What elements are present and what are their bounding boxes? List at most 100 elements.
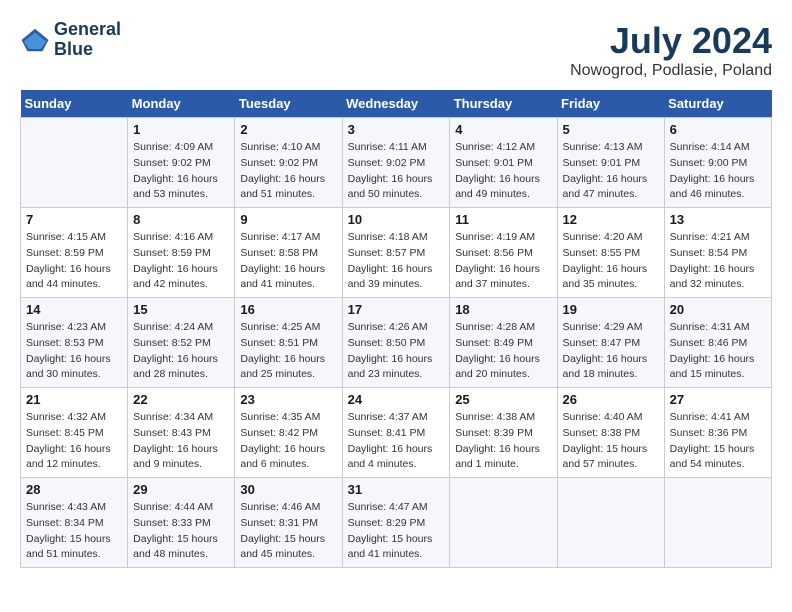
calendar-cell: 6 Sunrise: 4:14 AMSunset: 9:00 PMDaylight… xyxy=(664,118,771,208)
calendar-week-row: 7 Sunrise: 4:15 AMSunset: 8:59 PMDaylight… xyxy=(21,208,772,298)
calendar-cell: 25 Sunrise: 4:38 AMSunset: 8:39 PMDayligh… xyxy=(450,388,557,478)
day-number: 27 xyxy=(670,392,766,407)
day-info: Sunrise: 4:11 AMSunset: 9:02 PMDaylight:… xyxy=(348,140,445,203)
weekday-header: Friday xyxy=(557,90,664,118)
logo: General Blue xyxy=(20,20,121,60)
day-info: Sunrise: 4:23 AMSunset: 8:53 PMDaylight:… xyxy=(26,320,122,383)
day-info: Sunrise: 4:14 AMSunset: 9:00 PMDaylight:… xyxy=(670,140,766,203)
calendar-cell: 23 Sunrise: 4:35 AMSunset: 8:42 PMDayligh… xyxy=(235,388,342,478)
calendar-cell: 27 Sunrise: 4:41 AMSunset: 8:36 PMDayligh… xyxy=(664,388,771,478)
day-info: Sunrise: 4:12 AMSunset: 9:01 PMDaylight:… xyxy=(455,140,551,203)
calendar-cell xyxy=(21,118,128,208)
day-number: 30 xyxy=(240,482,336,497)
day-info: Sunrise: 4:47 AMSunset: 8:29 PMDaylight:… xyxy=(348,500,445,563)
day-info: Sunrise: 4:09 AMSunset: 9:02 PMDaylight:… xyxy=(133,140,229,203)
day-info: Sunrise: 4:38 AMSunset: 8:39 PMDaylight:… xyxy=(455,410,551,473)
day-info: Sunrise: 4:24 AMSunset: 8:52 PMDaylight:… xyxy=(133,320,229,383)
day-number: 15 xyxy=(133,302,229,317)
day-info: Sunrise: 4:34 AMSunset: 8:43 PMDaylight:… xyxy=(133,410,229,473)
calendar-cell xyxy=(557,478,664,568)
day-info: Sunrise: 4:40 AMSunset: 8:38 PMDaylight:… xyxy=(563,410,659,473)
day-number: 22 xyxy=(133,392,229,407)
day-info: Sunrise: 4:15 AMSunset: 8:59 PMDaylight:… xyxy=(26,230,122,293)
day-info: Sunrise: 4:10 AMSunset: 9:02 PMDaylight:… xyxy=(240,140,336,203)
calendar-cell: 1Sunrise: 4:09 AMSunset: 9:02 PMDaylight… xyxy=(128,118,235,208)
logo-icon xyxy=(20,25,50,55)
day-number: 10 xyxy=(348,212,445,227)
day-number: 11 xyxy=(455,212,551,227)
day-info: Sunrise: 4:26 AMSunset: 8:50 PMDaylight:… xyxy=(348,320,445,383)
calendar-cell: 12 Sunrise: 4:20 AMSunset: 8:55 PMDayligh… xyxy=(557,208,664,298)
page-header: General Blue July 2024 Nowogrod, Podlasi… xyxy=(20,20,772,80)
calendar-cell: 13Sunrise: 4:21 AMSunset: 8:54 PMDayligh… xyxy=(664,208,771,298)
calendar-week-row: 14 Sunrise: 4:23 AMSunset: 8:53 PMDayligh… xyxy=(21,298,772,388)
day-number: 21 xyxy=(26,392,122,407)
calendar-cell: 11 Sunrise: 4:19 AMSunset: 8:56 PMDayligh… xyxy=(450,208,557,298)
calendar-cell: 15 Sunrise: 4:24 AMSunset: 8:52 PMDayligh… xyxy=(128,298,235,388)
day-info: Sunrise: 4:32 AMSunset: 8:45 PMDaylight:… xyxy=(26,410,122,473)
weekday-header: Saturday xyxy=(664,90,771,118)
calendar-cell: 16Sunrise: 4:25 AMSunset: 8:51 PMDayligh… xyxy=(235,298,342,388)
title-block: July 2024 Nowogrod, Podlasie, Poland xyxy=(570,20,772,80)
calendar-cell: 19 Sunrise: 4:29 AMSunset: 8:47 PMDayligh… xyxy=(557,298,664,388)
calendar-cell: 30 Sunrise: 4:46 AMSunset: 8:31 PMDayligh… xyxy=(235,478,342,568)
day-number: 4 xyxy=(455,122,551,137)
calendar-cell: 3Sunrise: 4:11 AMSunset: 9:02 PMDaylight… xyxy=(342,118,450,208)
weekday-header: Monday xyxy=(128,90,235,118)
calendar-cell: 5Sunrise: 4:13 AMSunset: 9:01 PMDaylight… xyxy=(557,118,664,208)
calendar-cell: 4 Sunrise: 4:12 AMSunset: 9:01 PMDaylight… xyxy=(450,118,557,208)
day-number: 6 xyxy=(670,122,766,137)
day-number: 19 xyxy=(563,302,659,317)
logo-line1: General xyxy=(54,20,121,40)
day-number: 9 xyxy=(240,212,336,227)
day-info: Sunrise: 4:43 AMSunset: 8:34 PMDaylight:… xyxy=(26,500,122,563)
day-info: Sunrise: 4:20 AMSunset: 8:55 PMDaylight:… xyxy=(563,230,659,293)
day-number: 7 xyxy=(26,212,122,227)
day-number: 18 xyxy=(455,302,551,317)
day-number: 24 xyxy=(348,392,445,407)
calendar-cell: 18Sunrise: 4:28 AMSunset: 8:49 PMDayligh… xyxy=(450,298,557,388)
day-number: 25 xyxy=(455,392,551,407)
weekday-header: Wednesday xyxy=(342,90,450,118)
day-number: 14 xyxy=(26,302,122,317)
calendar-cell: 9 Sunrise: 4:17 AMSunset: 8:58 PMDaylight… xyxy=(235,208,342,298)
day-info: Sunrise: 4:18 AMSunset: 8:57 PMDaylight:… xyxy=(348,230,445,293)
day-info: Sunrise: 4:17 AMSunset: 8:58 PMDaylight:… xyxy=(240,230,336,293)
day-info: Sunrise: 4:44 AMSunset: 8:33 PMDaylight:… xyxy=(133,500,229,563)
day-number: 20 xyxy=(670,302,766,317)
day-number: 13 xyxy=(670,212,766,227)
day-number: 23 xyxy=(240,392,336,407)
header-row: SundayMondayTuesdayWednesdayThursdayFrid… xyxy=(21,90,772,118)
calendar-cell: 8Sunrise: 4:16 AMSunset: 8:59 PMDaylight… xyxy=(128,208,235,298)
day-info: Sunrise: 4:46 AMSunset: 8:31 PMDaylight:… xyxy=(240,500,336,563)
day-info: Sunrise: 4:19 AMSunset: 8:56 PMDaylight:… xyxy=(455,230,551,293)
calendar-week-row: 21 Sunrise: 4:32 AMSunset: 8:45 PMDayligh… xyxy=(21,388,772,478)
day-number: 12 xyxy=(563,212,659,227)
calendar-week-row: 28Sunrise: 4:43 AMSunset: 8:34 PMDayligh… xyxy=(21,478,772,568)
calendar-cell: 22 Sunrise: 4:34 AMSunset: 8:43 PMDayligh… xyxy=(128,388,235,478)
calendar-cell xyxy=(664,478,771,568)
calendar-cell: 7 Sunrise: 4:15 AMSunset: 8:59 PMDaylight… xyxy=(21,208,128,298)
calendar-cell: 2 Sunrise: 4:10 AMSunset: 9:02 PMDaylight… xyxy=(235,118,342,208)
calendar-cell: 14 Sunrise: 4:23 AMSunset: 8:53 PMDayligh… xyxy=(21,298,128,388)
calendar-cell: 26Sunrise: 4:40 AMSunset: 8:38 PMDayligh… xyxy=(557,388,664,478)
day-info: Sunrise: 4:16 AMSunset: 8:59 PMDaylight:… xyxy=(133,230,229,293)
day-info: Sunrise: 4:37 AMSunset: 8:41 PMDaylight:… xyxy=(348,410,445,473)
calendar-cell: 20 Sunrise: 4:31 AMSunset: 8:46 PMDayligh… xyxy=(664,298,771,388)
day-info: Sunrise: 4:41 AMSunset: 8:36 PMDaylight:… xyxy=(670,410,766,473)
month-title: July 2024 xyxy=(570,20,772,62)
day-number: 2 xyxy=(240,122,336,137)
logo-line2: Blue xyxy=(54,40,121,60)
calendar-cell: 21 Sunrise: 4:32 AMSunset: 8:45 PMDayligh… xyxy=(21,388,128,478)
day-number: 17 xyxy=(348,302,445,317)
day-info: Sunrise: 4:25 AMSunset: 8:51 PMDaylight:… xyxy=(240,320,336,383)
day-info: Sunrise: 4:35 AMSunset: 8:42 PMDaylight:… xyxy=(240,410,336,473)
day-info: Sunrise: 4:29 AMSunset: 8:47 PMDaylight:… xyxy=(563,320,659,383)
calendar-cell: 28Sunrise: 4:43 AMSunset: 8:34 PMDayligh… xyxy=(21,478,128,568)
calendar-cell: 10 Sunrise: 4:18 AMSunset: 8:57 PMDayligh… xyxy=(342,208,450,298)
day-info: Sunrise: 4:31 AMSunset: 8:46 PMDaylight:… xyxy=(670,320,766,383)
calendar-cell xyxy=(450,478,557,568)
day-number: 31 xyxy=(348,482,445,497)
calendar-cell: 31 Sunrise: 4:47 AMSunset: 8:29 PMDayligh… xyxy=(342,478,450,568)
calendar-table: SundayMondayTuesdayWednesdayThursdayFrid… xyxy=(20,90,772,568)
